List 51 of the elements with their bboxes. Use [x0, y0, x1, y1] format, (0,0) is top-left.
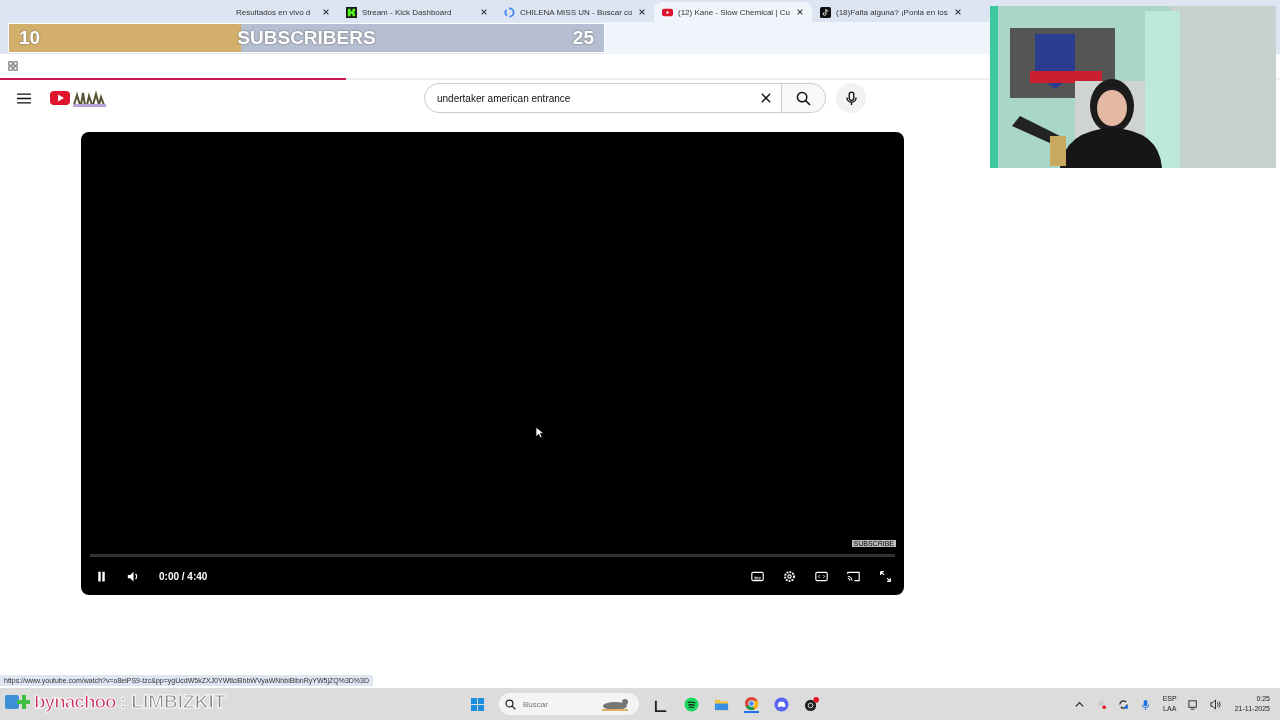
- recording-app-icon[interactable]: [804, 696, 819, 712]
- video-time: 0:00 / 4:40: [159, 570, 208, 582]
- close-icon[interactable]: [954, 8, 962, 16]
- browser-tab[interactable]: (12) Kane - Slow Chemical | Cu: [654, 2, 812, 22]
- search-icon: [796, 90, 811, 106]
- browser-tab[interactable]: Resultados en vivo d: [180, 2, 338, 22]
- tiktok-logo-icon: [820, 6, 831, 18]
- apps-grid-icon[interactable]: [8, 61, 18, 71]
- youtube-logo-icon: [662, 6, 673, 18]
- microphone-icon[interactable]: [1139, 698, 1151, 710]
- spotify-icon[interactable]: [684, 696, 699, 712]
- search-icon: [505, 698, 516, 710]
- seal-illustration-icon: [600, 697, 630, 711]
- overlay-name: bynachoo: [34, 691, 116, 713]
- subtitles-icon[interactable]: [751, 569, 764, 583]
- volume-icon[interactable]: [127, 569, 140, 583]
- goal-current-count: 10: [19, 27, 41, 49]
- settings-icon[interactable]: [783, 569, 796, 583]
- volume-icon[interactable]: [1209, 698, 1221, 710]
- kick-logo-icon: [346, 6, 357, 18]
- clear-icon[interactable]: [761, 93, 771, 103]
- discord-icon[interactable]: [774, 696, 789, 712]
- youtube-doodle-logo-icon[interactable]: [50, 89, 106, 107]
- search-button[interactable]: [782, 83, 826, 113]
- fullscreen-icon[interactable]: [879, 569, 892, 583]
- chrome-icon[interactable]: [744, 695, 759, 713]
- browser-tab[interactable]: (18)Falta alguna? ¡Ponla en los: [812, 2, 970, 22]
- search-field[interactable]: undertaker american entrance: [435, 91, 761, 105]
- microphone-icon: [845, 90, 857, 106]
- browser-tab[interactable]: CHILENA MISS UN - Buscar co: [496, 2, 654, 22]
- goal-target-count: 25: [572, 27, 594, 49]
- google-logo-icon: [504, 6, 515, 18]
- overlay-song-title: : LIMBIZKIT: [119, 691, 226, 713]
- weather-widget-icon[interactable]: [4, 693, 30, 711]
- menu-icon[interactable]: [17, 92, 31, 104]
- voice-search-button[interactable]: [836, 83, 866, 113]
- close-icon[interactable]: [480, 8, 488, 16]
- webcam-tray-icon[interactable]: [1095, 698, 1107, 710]
- taskbar-search-input[interactable]: Buscar: [521, 698, 595, 710]
- browser-tab[interactable]: Stream - Kick Dashboard: [338, 2, 496, 22]
- theater-mode-icon[interactable]: [815, 569, 828, 583]
- close-icon[interactable]: [322, 8, 330, 16]
- pause-icon[interactable]: [95, 569, 108, 583]
- taskbar-search-field[interactable]: Buscar: [499, 693, 639, 715]
- sync-icon[interactable]: [1117, 698, 1129, 710]
- network-icon[interactable]: [1187, 698, 1199, 710]
- mouse-cursor-icon: [535, 426, 544, 439]
- cast-icon[interactable]: [847, 569, 860, 583]
- windows-start-icon[interactable]: [470, 696, 485, 712]
- close-icon[interactable]: [638, 8, 646, 16]
- close-icon[interactable]: [796, 8, 804, 16]
